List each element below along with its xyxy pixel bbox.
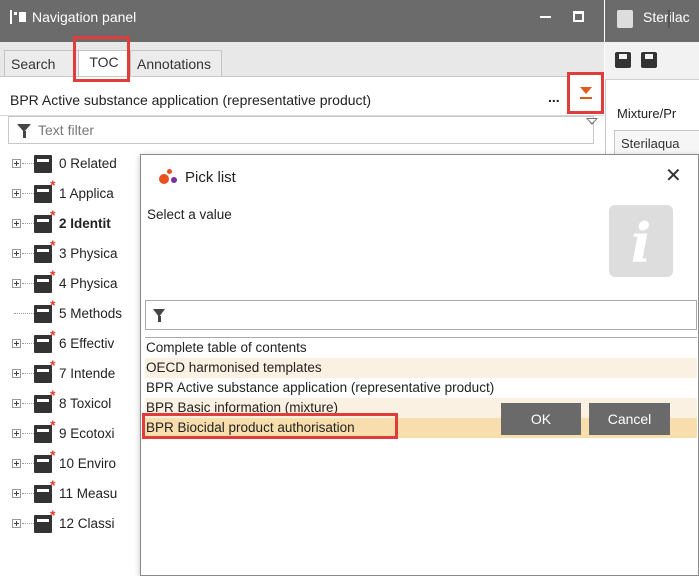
ok-button[interactable]: OK (501, 403, 581, 435)
pick-list-filter-input[interactable] (145, 300, 697, 330)
maximize-icon[interactable] (573, 11, 584, 22)
tree-item[interactable]: * 5 Methods (8, 297, 148, 328)
save-icon[interactable] (615, 52, 631, 68)
tree-item-label: 5 Methods (59, 306, 123, 321)
document-panel-title: Sterilac (643, 9, 690, 25)
dataset-icon (617, 10, 633, 28)
required-star-icon: * (50, 207, 56, 223)
required-star-icon: * (50, 327, 56, 343)
tree-item-label: 11 Measu (59, 486, 118, 501)
mixture-field-label: Mixture/Pr (617, 106, 677, 121)
mixture-name-field[interactable]: Sterilaqua (614, 130, 699, 156)
tree-item[interactable]: * 6 Effectiv (8, 327, 148, 358)
tree-item[interactable]: * 8 Toxicol (8, 387, 148, 418)
expand-icon[interactable] (12, 519, 21, 528)
cancel-button[interactable]: Cancel (589, 403, 670, 435)
tree-item-label: 7 Intende (59, 366, 116, 381)
tree-item-label: 2 Identit (59, 216, 111, 231)
tab-search[interactable]: Search (4, 50, 84, 76)
expand-icon[interactable] (12, 399, 21, 408)
tree-item-label: 9 Ecotoxi (59, 426, 115, 441)
expand-icon[interactable] (12, 459, 21, 468)
expand-icon[interactable] (12, 159, 21, 168)
expand-icon[interactable] (12, 189, 21, 198)
pick-list-dialog: Pick list ✕ Select a value i Complete ta… (140, 154, 699, 576)
tree-item-label: 12 Classi (59, 516, 115, 531)
tree-item-label: 1 Applica (59, 186, 114, 201)
required-star-icon: * (50, 297, 56, 313)
toc-tree: 0 Related * 1 Applica * 2 Identit * 3 Ph… (8, 150, 148, 576)
dropdown-arrow-icon (580, 87, 592, 94)
required-star-icon: * (50, 477, 56, 493)
selected-option-highlight (142, 413, 398, 439)
toolbar-separator (668, 10, 670, 28)
document-icon (34, 155, 52, 173)
list-item[interactable]: Complete table of contents (145, 338, 697, 358)
tree-item[interactable]: 0 Related (8, 150, 148, 178)
collapse-all-icon[interactable] (586, 118, 598, 125)
dialog-prompt: Select a value (147, 207, 232, 222)
expand-icon[interactable] (12, 219, 21, 228)
tree-item[interactable]: * 7 Intende (8, 357, 148, 388)
required-star-icon: * (50, 357, 56, 373)
tree-item[interactable]: * 1 Applica (8, 177, 148, 208)
tab-annotations[interactable]: Annotations (130, 50, 222, 76)
required-star-icon: * (50, 237, 56, 253)
filter-icon (17, 124, 31, 138)
close-icon[interactable]: ✕ (665, 163, 682, 188)
navigation-panel-title: Navigation panel (32, 9, 137, 25)
app-logo-icon (157, 169, 179, 185)
toc-dropdown-button[interactable] (567, 72, 604, 114)
save-as-icon[interactable] (641, 52, 657, 68)
tab-toc-highlight (73, 36, 130, 82)
list-item[interactable]: OECD harmonised templates (145, 358, 697, 378)
expand-icon[interactable] (12, 339, 21, 348)
tree-item[interactable]: * 12 Classi (8, 507, 148, 538)
text-filter-input[interactable]: Text filter (8, 116, 594, 144)
toc-selector[interactable]: BPR Active substance application (repres… (0, 84, 604, 116)
minimize-icon[interactable] (540, 16, 551, 18)
required-star-icon: * (50, 507, 56, 523)
required-star-icon: * (50, 177, 56, 193)
mixture-name-value: Sterilaqua (621, 136, 680, 151)
dialog-title: Pick list (185, 169, 236, 186)
tree-item-label: 6 Effectiv (59, 336, 115, 351)
required-star-icon: * (50, 417, 56, 433)
tree-item-label: 0 Related (59, 156, 117, 171)
tree-item-label: 8 Toxicol (59, 396, 112, 411)
panel-collapse-icon[interactable] (10, 10, 26, 24)
required-star-icon: * (50, 447, 56, 463)
screen: { "nav_panel": { "title": "Navigation pa… (0, 0, 699, 576)
tree-item[interactable]: * 4 Physica (8, 267, 148, 298)
toc-selected-value: BPR Active substance application (repres… (10, 92, 372, 108)
required-star-icon: * (50, 387, 56, 403)
expand-icon[interactable] (12, 279, 21, 288)
tree-item-label: 3 Physica (59, 246, 118, 261)
tree-item[interactable]: * 11 Measu (8, 477, 148, 508)
required-star-icon: * (50, 267, 56, 283)
info-icon: i (609, 205, 673, 277)
tree-item-label: 4 Physica (59, 276, 118, 291)
list-item[interactable]: BPR Active substance application (repres… (145, 378, 697, 398)
info-glyph: i (630, 211, 652, 275)
document-toolbar (605, 42, 699, 80)
document-panel-header: Sterilac (605, 0, 699, 42)
tree-item[interactable]: * 3 Physica (8, 237, 148, 268)
text-filter-placeholder: Text filter (38, 122, 95, 138)
dropdown-bar (580, 97, 592, 99)
expand-icon[interactable] (12, 429, 21, 438)
expand-icon[interactable] (12, 369, 21, 378)
tree-item-label: 10 Enviro (59, 456, 117, 471)
more-options-button[interactable]: ... (548, 89, 560, 105)
expand-icon[interactable] (12, 489, 21, 498)
expand-icon[interactable] (12, 249, 21, 258)
tree-item[interactable]: * 9 Ecotoxi (8, 417, 148, 448)
tree-item[interactable]: * 2 Identit (8, 207, 148, 238)
tree-item[interactable]: * 10 Enviro (8, 447, 148, 478)
dialog-titlebar: Pick list ✕ (141, 155, 698, 199)
